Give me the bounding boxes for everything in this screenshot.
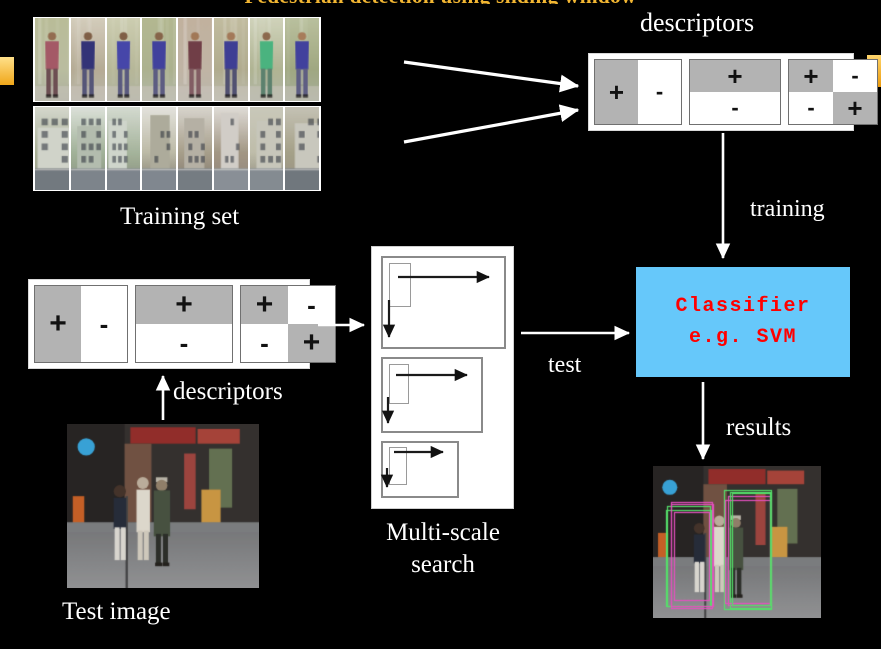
training-example [285, 18, 319, 101]
training-example [35, 18, 69, 101]
feature-cell: + [690, 60, 780, 92]
horizontal-edge-feature: + - [135, 285, 233, 363]
feature-cell: + [288, 324, 335, 362]
detection-window-large [389, 263, 411, 307]
training-example [178, 107, 212, 190]
scale-box-small [381, 441, 459, 498]
negative-examples-row [33, 106, 321, 191]
training-example [70, 18, 105, 101]
horizontal-edge-feature: + - [689, 59, 781, 125]
scale-box-large [381, 256, 506, 349]
vertical-edge-feature: + - [34, 285, 128, 363]
training-example [35, 107, 69, 190]
training-set-label: Training set [120, 203, 240, 230]
descriptors-top-panel: + - + - + - - + [588, 53, 878, 131]
arrow-positives-to-descriptors [403, 60, 580, 93]
multiscale-search-panel [371, 246, 514, 509]
classifier-box[interactable]: Classifier e.g. SVM [636, 267, 850, 377]
feature-cell: - [833, 60, 877, 92]
multiscale-label-line1: Multi-scale [386, 519, 500, 546]
training-example [213, 107, 248, 190]
feature-cell: - [789, 92, 833, 124]
training-example [142, 18, 176, 101]
results-arrow-label: results [726, 414, 792, 441]
training-example [213, 18, 248, 101]
arrow-negatives-to-descriptors [403, 104, 580, 144]
training-example [249, 107, 284, 190]
training-example [249, 18, 284, 101]
feature-cell: - [638, 60, 681, 124]
checkerboard-feature: + - - + [240, 285, 336, 363]
feature-cell: - [690, 92, 780, 124]
detection-window-small [389, 447, 407, 485]
training-example [178, 18, 212, 101]
classifier-line1: Classifier [675, 295, 811, 318]
feature-cell: - [241, 324, 288, 362]
accent-bar-left [0, 57, 14, 85]
training-example [142, 107, 176, 190]
results-image [653, 466, 821, 618]
feature-cell: + [833, 92, 877, 124]
slide-title: Pedestrian detection using sliding windo… [0, 0, 881, 4]
test-image [67, 424, 259, 588]
detection-window-medium [389, 364, 409, 404]
test-arrow-label: test [548, 352, 582, 378]
multiscale-label-line2: search [411, 551, 475, 578]
vertical-edge-feature: + - [594, 59, 682, 125]
training-arrow-label: training [750, 196, 825, 222]
training-example [70, 107, 105, 190]
feature-cell: + [789, 60, 833, 92]
feature-cell: + [136, 286, 232, 324]
feature-cell: - [81, 286, 127, 362]
test-image-label: Test image [62, 598, 171, 625]
feature-cell: + [35, 286, 81, 362]
positive-examples-row [33, 17, 321, 102]
scale-box-medium [381, 357, 483, 433]
training-example [285, 107, 319, 190]
descriptors-bottom-label: descriptors [173, 378, 283, 405]
slide-canvas: Pedestrian detection using sliding windo… [0, 0, 881, 649]
feature-cell: + [595, 60, 638, 124]
slide-title-text: Pedestrian detection using sliding windo… [0, 0, 881, 4]
training-example [106, 107, 141, 190]
descriptors-top-label: descriptors [640, 8, 755, 37]
training-example [106, 18, 141, 101]
feature-cell: - [288, 286, 335, 324]
descriptors-bottom-panel: + - + - + - - + [28, 279, 336, 369]
feature-cell: - [136, 324, 232, 362]
classifier-line2: e.g. SVM [688, 326, 797, 349]
feature-cell: + [241, 286, 288, 324]
checkerboard-feature: + - - + [788, 59, 878, 125]
